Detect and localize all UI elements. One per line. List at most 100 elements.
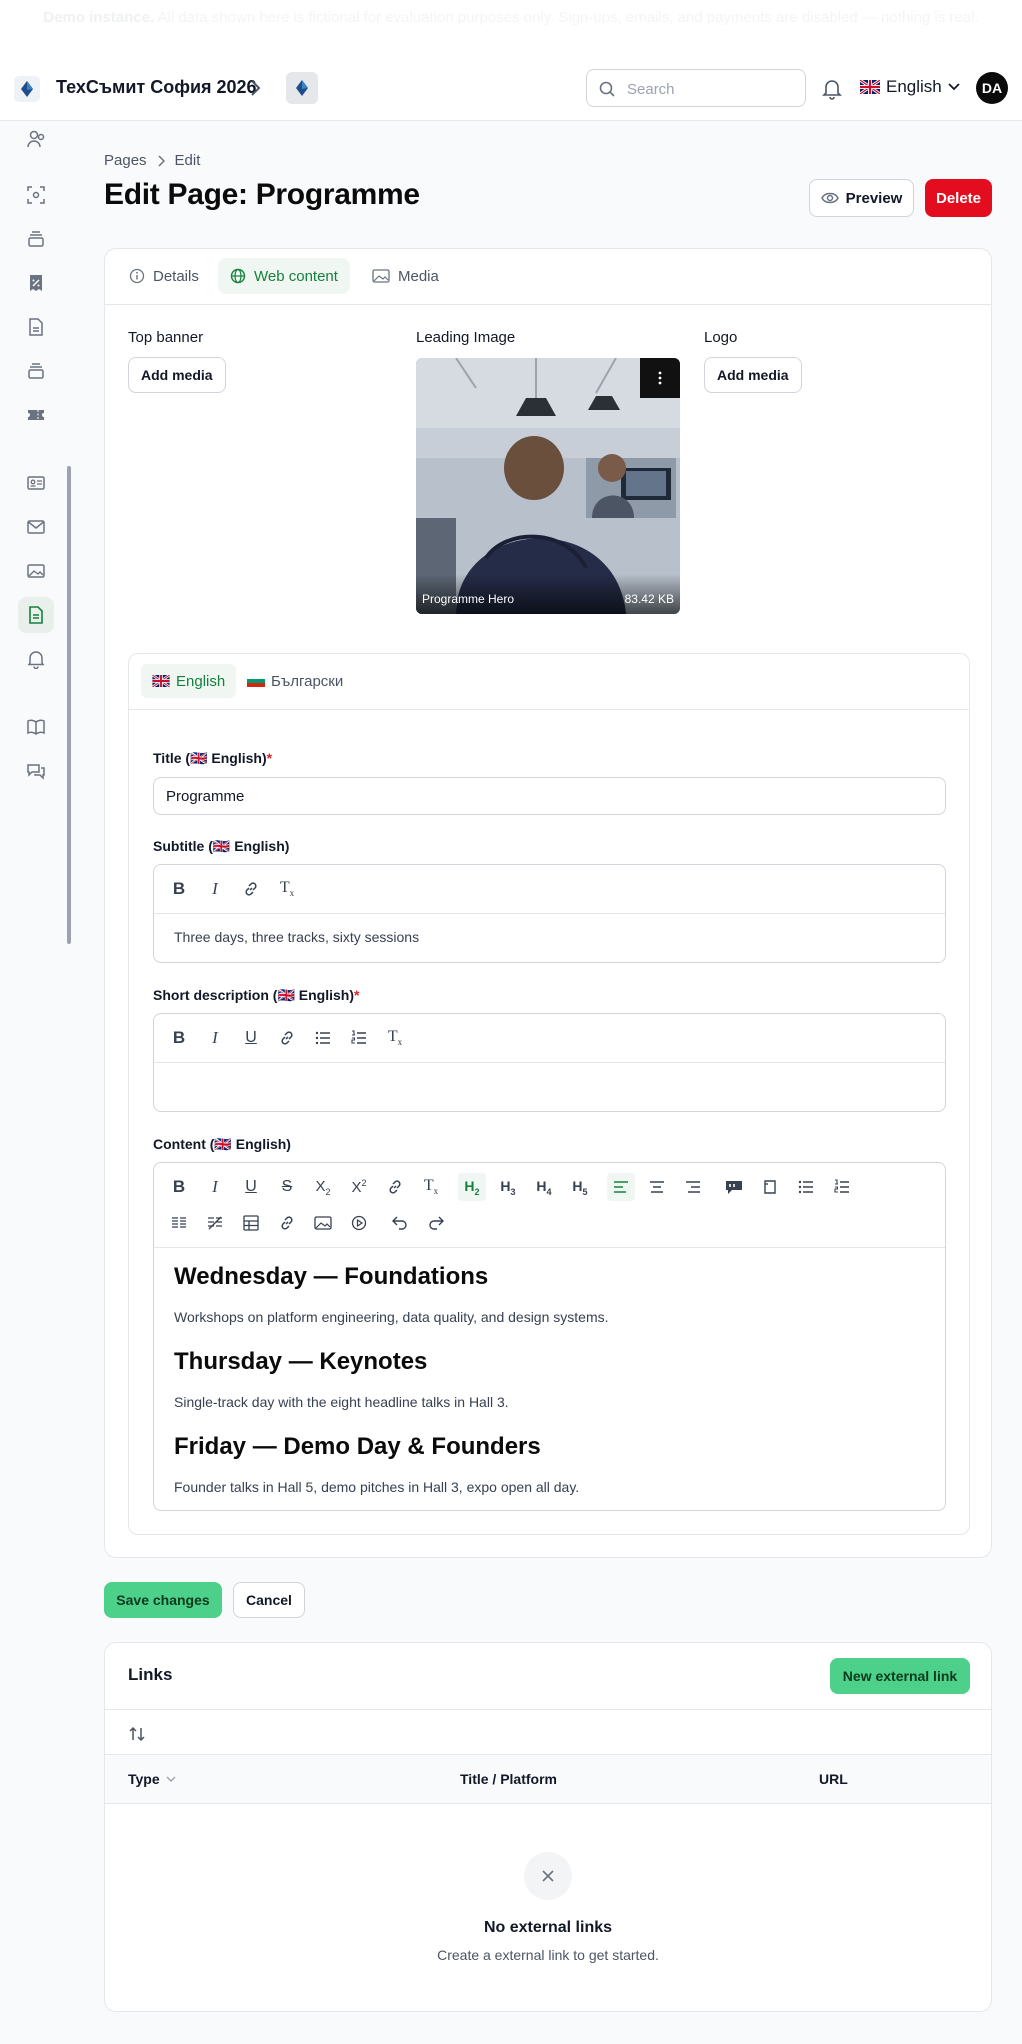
image-menu-button[interactable] (640, 358, 680, 398)
content-heading-3: Friday — Demo Day & Founders (174, 1433, 541, 1460)
tab-bar: Details Web content Media (105, 249, 991, 305)
receipt-percent-icon[interactable] (18, 265, 54, 301)
pages-icon[interactable] (18, 597, 54, 633)
strikethrough-icon[interactable]: S (273, 1173, 301, 1201)
bullet-list-icon[interactable] (309, 1024, 337, 1052)
top-banner-add-media-button[interactable]: Add media (128, 357, 226, 393)
image-icon[interactable] (18, 553, 54, 589)
tenant-logo-icon[interactable] (286, 72, 318, 104)
bold-icon[interactable]: B (165, 1173, 193, 1201)
clear-format-icon[interactable]: Tx (417, 1173, 445, 1201)
save-changes-button[interactable]: Save changes (104, 1582, 222, 1618)
bold-icon[interactable]: B (165, 875, 193, 903)
document-icon[interactable] (18, 309, 54, 345)
heading-4-icon[interactable]: H4 (530, 1173, 558, 1201)
breadcrumb-edit: Edit (174, 152, 201, 169)
heading-5-icon[interactable]: H5 (566, 1173, 594, 1201)
align-center-icon[interactable] (643, 1173, 671, 1201)
tab-locale-english[interactable]: English (141, 664, 237, 698)
align-left-icon[interactable] (607, 1173, 635, 1201)
chevron-down-icon (948, 83, 960, 91)
italic-icon[interactable]: I (201, 875, 229, 903)
clear-format-icon[interactable]: Tx (273, 875, 301, 903)
bullet-list-icon[interactable] (792, 1173, 820, 1201)
avatar[interactable]: DA (976, 72, 1008, 104)
superscript-icon[interactable]: X2 (345, 1173, 373, 1201)
redo-icon[interactable] (422, 1209, 450, 1237)
subscript-icon[interactable]: X2 (309, 1173, 337, 1201)
bold-icon[interactable]: B (165, 1024, 193, 1052)
archive-stack-icon[interactable] (18, 353, 54, 389)
breadcrumb-pages[interactable]: Pages (104, 152, 147, 169)
scan-icon[interactable] (18, 177, 54, 213)
table-icon[interactable] (237, 1209, 265, 1237)
subtitle-editor[interactable]: B I Tx Three days, three tracks, sixty s… (153, 864, 946, 963)
image-size: 83.42 KB (624, 592, 674, 606)
event-name[interactable]: ТехСъмит София 2026 (56, 77, 257, 98)
tab-details[interactable]: Details (117, 258, 211, 294)
undo-icon[interactable] (386, 1209, 414, 1237)
tab-locale-bulgarian[interactable]: Български (236, 664, 354, 698)
new-external-link-button[interactable]: New external link (830, 1658, 970, 1694)
insert-video-icon[interactable] (345, 1209, 373, 1237)
close-icon (524, 1852, 572, 1900)
underline-icon[interactable]: U (237, 1024, 265, 1052)
tab-details-label: Details (153, 267, 199, 285)
table-columns-icon[interactable] (165, 1209, 193, 1237)
insert-image-icon[interactable] (309, 1209, 337, 1237)
language-switcher[interactable]: English (860, 77, 960, 97)
stack-icon[interactable] (18, 221, 54, 257)
links-title: Links (128, 1665, 173, 1684)
content-editor[interactable]: B I U S X2 X2 Tx H2 H3 H4 H5 Wednesday —… (153, 1162, 946, 1511)
insert-link-icon[interactable] (273, 1209, 301, 1237)
leading-image-thumbnail[interactable]: Programme Hero 83.42 KB (416, 358, 680, 614)
leading-image-label: Leading Image (416, 329, 516, 346)
link-icon[interactable] (237, 875, 265, 903)
search-box[interactable] (586, 69, 806, 107)
code-block-icon[interactable] (756, 1173, 784, 1201)
notification-bell-icon[interactable] (18, 641, 54, 677)
book-icon[interactable] (18, 709, 54, 745)
bell-icon[interactable] (822, 78, 842, 100)
tab-web-content[interactable]: Web content (218, 258, 350, 294)
chat-bubbles-icon[interactable] (18, 753, 54, 789)
numbered-list-icon[interactable] (828, 1173, 856, 1201)
tab-media-label: Media (398, 267, 439, 285)
cancel-button[interactable]: Cancel (233, 1582, 305, 1618)
link-icon[interactable] (273, 1024, 301, 1052)
tab-media[interactable]: Media (360, 258, 451, 294)
id-card-icon[interactable] (18, 465, 54, 501)
links-table-header: Type Title / Platform URL (105, 1754, 991, 1804)
sidebar-scrollbar[interactable] (67, 466, 71, 944)
chevron-down-icon (166, 1776, 176, 1782)
ticket-icon[interactable] (18, 397, 54, 433)
preview-button[interactable]: Preview (809, 179, 914, 217)
delete-button[interactable]: Delete (925, 179, 992, 217)
column-url: URL (819, 1771, 848, 1787)
content-paragraph-3: Founder talks in Hall 5, demo pitches in… (174, 1479, 580, 1495)
heading-3-icon[interactable]: H3 (494, 1173, 522, 1201)
sort-arrows-icon[interactable] (128, 1726, 146, 1742)
link-icon[interactable] (381, 1173, 409, 1201)
short-description-editor[interactable]: B I U Tx (153, 1013, 946, 1112)
italic-icon[interactable]: I (201, 1173, 229, 1201)
search-input[interactable] (627, 79, 797, 99)
title-input[interactable] (153, 777, 946, 815)
users-icon[interactable] (18, 121, 54, 157)
page-title: Edit Page: Programme (104, 178, 420, 211)
envelope-icon[interactable] (18, 509, 54, 545)
column-title-platform: Title / Platform (460, 1771, 557, 1787)
align-right-icon[interactable] (679, 1173, 707, 1201)
italic-icon[interactable]: I (201, 1024, 229, 1052)
content-heading-1: Wednesday — Foundations (174, 1263, 489, 1290)
underline-icon[interactable]: U (237, 1173, 265, 1201)
clear-columns-icon[interactable] (201, 1209, 229, 1237)
numbered-list-icon[interactable] (345, 1024, 373, 1052)
event-logo-icon[interactable] (14, 76, 40, 102)
blockquote-icon[interactable] (720, 1173, 748, 1201)
logo-add-media-button[interactable]: Add media (704, 357, 802, 393)
clear-format-icon[interactable]: Tx (381, 1024, 409, 1052)
column-type[interactable]: Type (128, 1771, 176, 1787)
heading-2-icon[interactable]: H2 (458, 1173, 486, 1201)
top-banner-label: Top banner (128, 329, 204, 346)
